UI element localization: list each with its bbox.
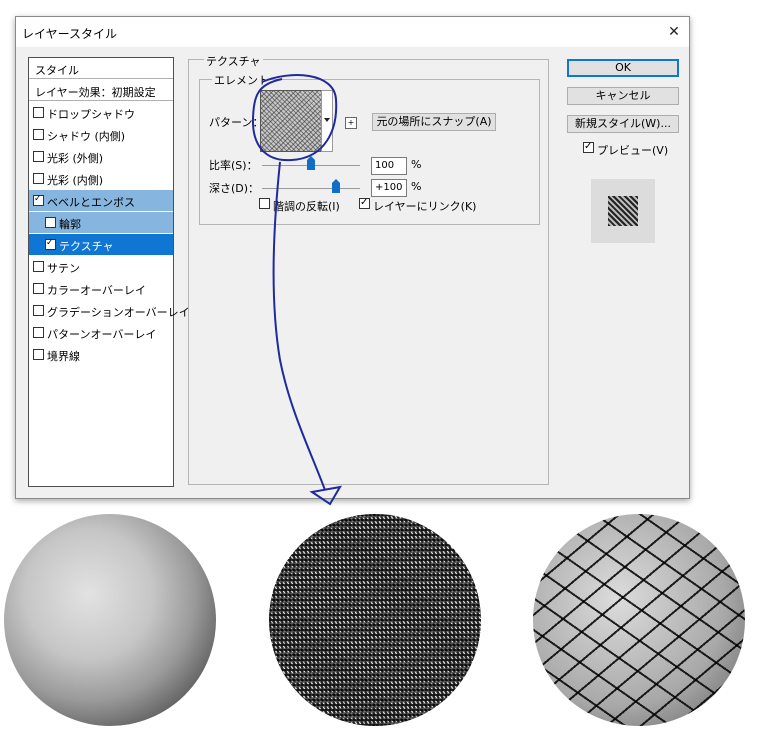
annotation-arrow-line — [272, 161, 326, 491]
cracked-texture-sphere — [533, 514, 745, 726]
annotation-circle — [251, 74, 338, 162]
annotation-arrow-head — [309, 485, 342, 506]
plain-bevel-sphere — [4, 514, 216, 726]
fabric-texture-sphere — [269, 514, 481, 726]
